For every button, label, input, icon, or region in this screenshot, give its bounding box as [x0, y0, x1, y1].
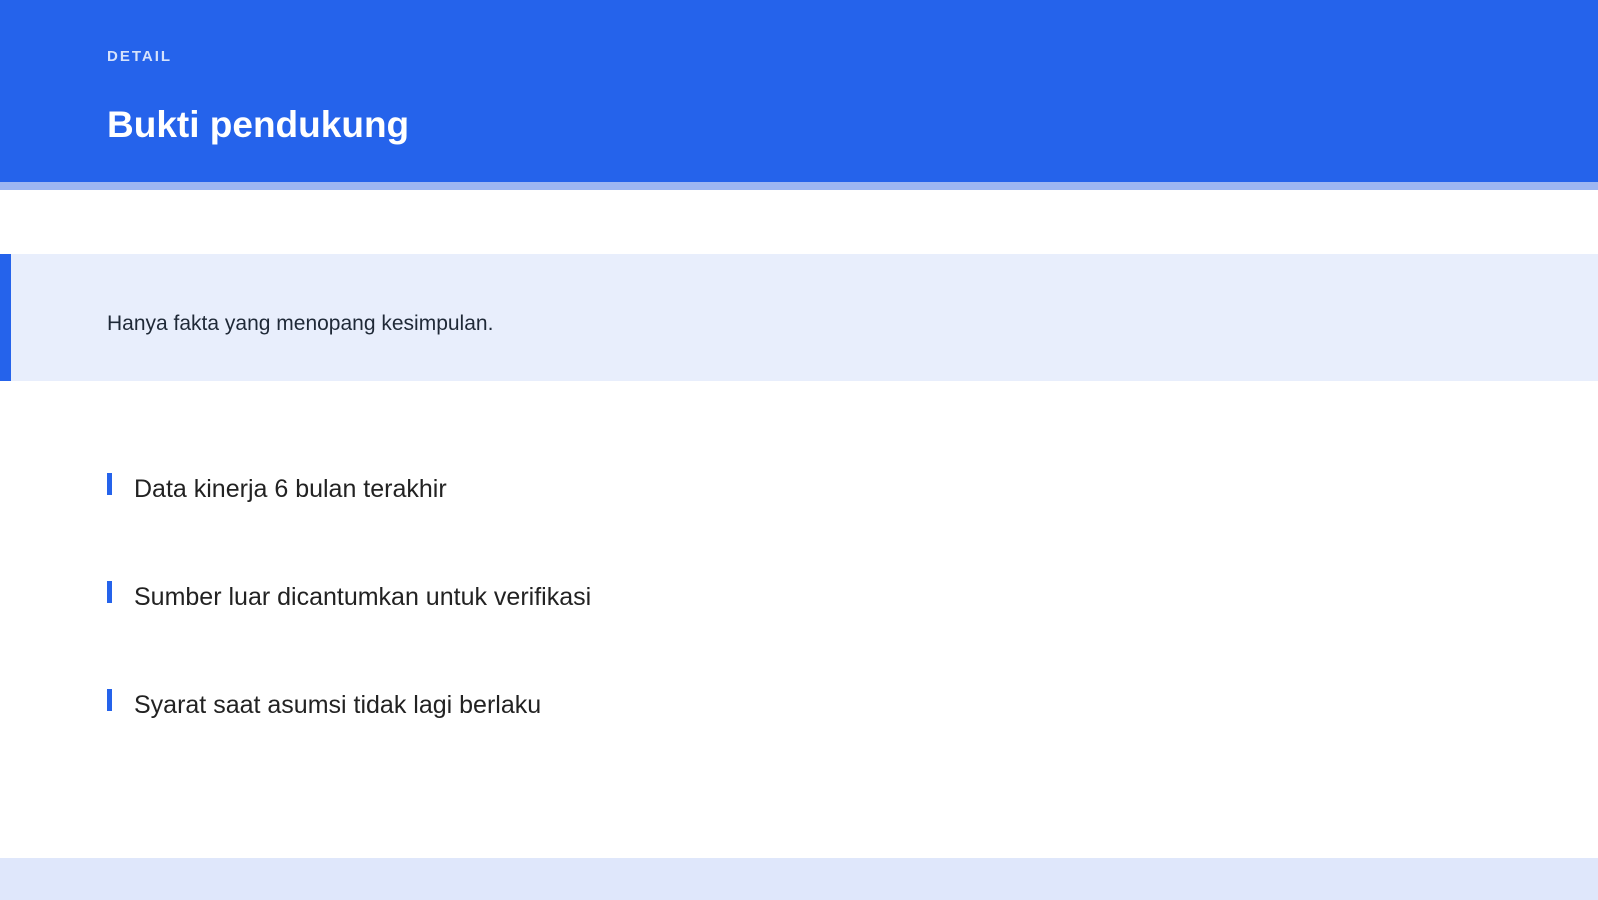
header-banner: DETAIL Bukti pendukung	[0, 0, 1598, 182]
list-item-text: Syarat saat asumsi tidak lagi berlaku	[134, 691, 542, 719]
list-marker-bar	[107, 689, 112, 711]
list-marker-bar	[107, 473, 112, 495]
callout-accent-bar	[0, 254, 11, 381]
header-divider	[0, 182, 1598, 190]
footer-band	[0, 858, 1598, 900]
list-item-text: Data kinerja 6 bulan terakhir	[134, 475, 447, 503]
callout-text: Hanya fakta yang menopang kesimpulan.	[107, 312, 494, 335]
list-marker-bar	[107, 581, 112, 603]
callout-box: Hanya fakta yang menopang kesimpulan.	[0, 254, 1598, 381]
page-title: Bukti pendukung	[107, 104, 410, 145]
list-item-text: Sumber luar dicantumkan untuk verifikasi	[134, 583, 592, 611]
section-eyebrow: DETAIL	[107, 48, 173, 65]
